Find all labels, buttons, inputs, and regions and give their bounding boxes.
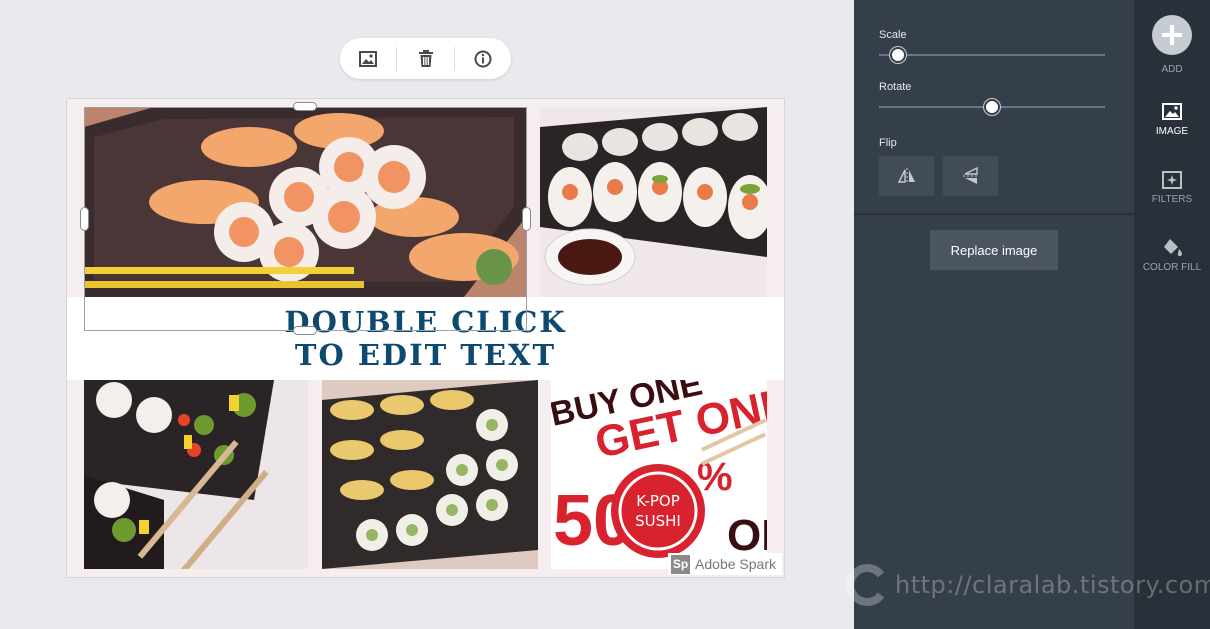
- filters-icon: [1162, 171, 1182, 189]
- scale-slider[interactable]: [879, 47, 1105, 63]
- sushi-platter-image: [84, 107, 526, 297]
- image-toolbar: [340, 38, 511, 79]
- flip-horizontal-icon: [897, 168, 915, 184]
- panel-divider: [854, 213, 1134, 215]
- resize-handle-right[interactable]: [522, 207, 531, 231]
- rail-color-fill[interactable]: COLOR FILL: [1134, 238, 1210, 273]
- flip-vertical-button[interactable]: [943, 156, 998, 196]
- rail-image-label: IMAGE: [1155, 126, 1189, 137]
- tool-rail: ADD IMAGE FILTERS COLOR FILL: [1134, 0, 1210, 629]
- replace-image-panel-button[interactable]: Replace image: [930, 230, 1058, 270]
- rotate-slider-knob[interactable]: [984, 99, 1000, 115]
- sushi-salad-image: [84, 380, 308, 569]
- image-properties-panel: Scale Rotate Flip Replace image: [854, 0, 1134, 629]
- photo-sushi-rolls[interactable]: [540, 107, 767, 297]
- flip-vertical-icon: [962, 167, 979, 184]
- adobe-spark-badge[interactable]: Sp Adobe Spark: [668, 553, 782, 575]
- promo-seal-line2: SUSHI: [635, 512, 681, 530]
- adobe-spark-label: Adobe Spark: [695, 556, 776, 572]
- image-icon: [359, 50, 378, 67]
- rail-color-fill-label: COLOR FILL: [1142, 262, 1202, 273]
- promo-image: BUY ONE GET ONE 50 K-POP SUSHI % OF: [551, 380, 767, 569]
- scale-label: Scale: [879, 29, 907, 41]
- trash-icon: [418, 49, 433, 67]
- info-icon: [474, 50, 492, 67]
- flip-horizontal-button[interactable]: [879, 156, 934, 196]
- banner-text-line-1[interactable]: DOUBLE CLICK: [284, 305, 566, 339]
- sushi-rolls-image: [540, 107, 767, 297]
- add-circle: [1152, 15, 1192, 55]
- paint-bucket-icon: [1164, 239, 1182, 257]
- replace-image-button[interactable]: [340, 38, 396, 79]
- rail-filters[interactable]: FILTERS: [1134, 170, 1210, 205]
- info-button[interactable]: [455, 38, 511, 79]
- photo-sushi-platter[interactable]: [84, 107, 526, 297]
- flip-label: Flip: [879, 137, 897, 149]
- banner-text-line-2[interactable]: TO EDIT TEXT: [295, 338, 556, 372]
- text-banner[interactable]: DOUBLE CLICK TO EDIT TEXT: [67, 297, 784, 380]
- rail-filters-label: FILTERS: [1151, 194, 1193, 205]
- photo-promo[interactable]: BUY ONE GET ONE 50 K-POP SUSHI % OF: [551, 380, 767, 569]
- design-canvas[interactable]: BUY ONE GET ONE 50 K-POP SUSHI % OF DOUB…: [66, 98, 785, 578]
- image-icon: [1162, 103, 1182, 120]
- plus-icon: [1162, 25, 1182, 45]
- rotate-slider[interactable]: [879, 99, 1105, 115]
- rail-add[interactable]: ADD: [1134, 15, 1210, 75]
- rotate-label: Rotate: [879, 81, 912, 93]
- scale-slider-knob[interactable]: [889, 47, 906, 63]
- sushi-tray-image: [322, 380, 538, 569]
- delete-button[interactable]: [397, 38, 453, 79]
- rail-image[interactable]: IMAGE: [1134, 102, 1210, 137]
- resize-handle-bottom[interactable]: [293, 326, 317, 335]
- rail-add-label: ADD: [1161, 64, 1183, 75]
- scale-slider-track: [879, 54, 1105, 56]
- resize-handle-top[interactable]: [293, 102, 317, 111]
- resize-handle-left[interactable]: [80, 207, 89, 231]
- adobe-spark-logo: Sp: [671, 554, 691, 574]
- photo-sushi-salad[interactable]: [84, 380, 308, 569]
- promo-seal-line1: K-POP: [636, 492, 680, 510]
- photo-sushi-tray[interactable]: [322, 380, 538, 569]
